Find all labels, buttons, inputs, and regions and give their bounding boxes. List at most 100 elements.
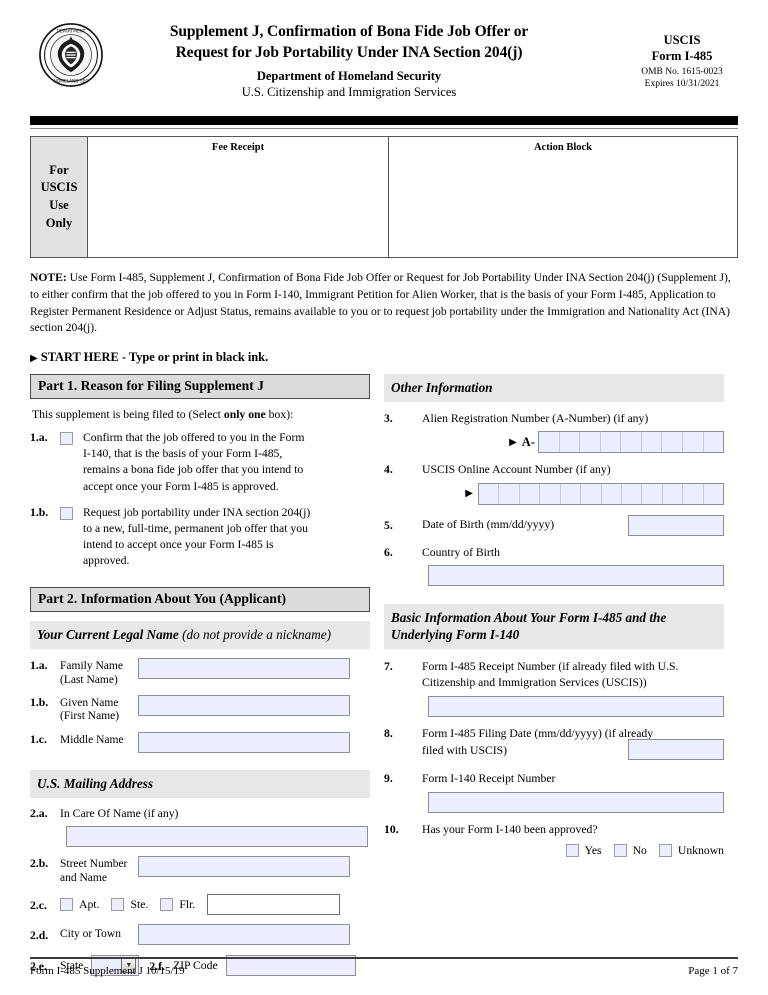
right-column: Other Information 3. Alien Registration … bbox=[384, 374, 724, 976]
part1-option-1a[interactable]: 1.a. Confirm that the job offered to you… bbox=[30, 430, 370, 495]
unit-flr-checkbox[interactable] bbox=[160, 898, 174, 912]
part1-option-1a-checkbox[interactable] bbox=[60, 432, 73, 446]
legal-name-subheader-italic: (do not provide a nickname) bbox=[182, 627, 332, 643]
footer-rule bbox=[30, 957, 738, 959]
city-input[interactable] bbox=[138, 924, 350, 946]
field-street[interactable]: 2.b. Street Number and Name bbox=[30, 856, 370, 885]
field-given-name-label-line1: Given Name bbox=[60, 696, 119, 709]
form-identifier-block: USCIS Form I-485 OMB No. 1615-0023 Expir… bbox=[626, 32, 738, 90]
fee-receipt-label: Fee Receipt bbox=[211, 142, 265, 153]
a-number-row[interactable]: ▶ A- bbox=[384, 431, 724, 454]
i140-approved-yes-checkbox[interactable] bbox=[565, 843, 579, 857]
date-of-birth-input[interactable] bbox=[628, 514, 724, 536]
use-only-line-2: USCIS bbox=[40, 180, 78, 195]
i485-receipt-input[interactable] bbox=[428, 696, 724, 718]
form-number: Form I-485 bbox=[651, 49, 713, 63]
online-account-cell[interactable] bbox=[581, 483, 602, 504]
i140-approved-no-checkbox[interactable] bbox=[613, 843, 627, 857]
field-online-account: 4. USCIS Online Account Number (if any) bbox=[384, 462, 724, 478]
field-city-label: City or Town bbox=[60, 927, 121, 940]
field-online-account-number: 4. bbox=[384, 463, 393, 477]
i140-receipt-input[interactable] bbox=[428, 791, 724, 813]
online-account-cell[interactable] bbox=[683, 483, 704, 504]
field-city[interactable]: 2.d. City or Town bbox=[30, 924, 370, 946]
left-column: Part 1. Reason for Filing Supplement J T… bbox=[30, 374, 370, 977]
field-middle-name[interactable]: 1.c. Middle Name bbox=[30, 731, 370, 753]
field-date-of-birth-label: Date of Birth (mm/dd/yyyy) bbox=[422, 518, 555, 532]
family-name-input[interactable] bbox=[138, 658, 350, 680]
a-number-input[interactable] bbox=[538, 431, 724, 454]
field-unit-type[interactable]: 2.c. Apt. Ste. Flr. bbox=[30, 894, 370, 916]
basic-information-subheader-line1: Basic Information About Your Form I-485 … bbox=[391, 609, 667, 625]
online-account-cell[interactable] bbox=[663, 483, 684, 504]
a-number-cell[interactable] bbox=[683, 432, 704, 453]
part1-intro-bold: only one bbox=[223, 408, 266, 422]
field-i485-receipt-number: 7. bbox=[384, 660, 393, 674]
a-number-cell[interactable] bbox=[539, 432, 560, 453]
field-i140-receipt-label: Form I-140 Receipt Number bbox=[422, 771, 556, 785]
page-footer: Form I-485 Supplement J 10/15/19 Page 1 … bbox=[30, 957, 738, 977]
online-account-cell[interactable] bbox=[520, 483, 541, 504]
a-number-cell[interactable] bbox=[580, 432, 601, 453]
field-i485-filing-date-number: 8. bbox=[384, 727, 393, 741]
online-account-cell[interactable] bbox=[602, 483, 622, 504]
action-block-cell: Action Block bbox=[388, 137, 737, 257]
note-prefix: NOTE: bbox=[30, 271, 67, 284]
basic-information-subheader-line2: Underlying Form I-140 bbox=[391, 626, 520, 642]
use-only-line-3: Use bbox=[49, 198, 69, 212]
part1-header: Part 1. Reason for Filing Supplement J bbox=[30, 374, 370, 400]
use-only-line-1: For bbox=[49, 162, 69, 177]
form-header: DEPARTMENT HOMELAND SEC Supplement J, Co… bbox=[30, 0, 738, 110]
part1-option-1b-text: Request job portability under INA sectio… bbox=[83, 505, 311, 568]
street-input[interactable] bbox=[138, 856, 350, 878]
online-account-cell[interactable] bbox=[561, 483, 582, 504]
unit-apt-checkbox[interactable] bbox=[60, 898, 73, 912]
a-number-cell[interactable] bbox=[704, 432, 724, 452]
a-number-cell[interactable] bbox=[560, 432, 581, 453]
header-rule-thin bbox=[30, 128, 738, 129]
online-account-row[interactable]: ▶ bbox=[384, 482, 724, 505]
i140-approved-no-label: No bbox=[632, 843, 647, 857]
field-date-of-birth-number: 5. bbox=[384, 519, 393, 533]
online-account-cell[interactable] bbox=[540, 483, 561, 504]
field-family-name-number: 1.a. bbox=[30, 659, 48, 673]
online-account-cell[interactable] bbox=[622, 483, 643, 504]
unit-number-input[interactable] bbox=[207, 894, 341, 916]
given-name-input[interactable] bbox=[138, 694, 350, 716]
omb-number: OMB No. 1615-0023 bbox=[641, 67, 723, 77]
field-i140-receipt-number: 9. bbox=[384, 771, 393, 785]
i485-filing-date-input[interactable] bbox=[628, 738, 724, 760]
country-of-birth-input[interactable] bbox=[428, 564, 724, 586]
part1-option-1b-checkbox[interactable] bbox=[60, 506, 73, 520]
field-date-of-birth[interactable]: 5. Date of Birth (mm/dd/yyyy) bbox=[384, 514, 724, 536]
legal-name-subheader: Your Current Legal Name (do not provide … bbox=[30, 621, 370, 650]
field-middle-name-label: Middle Name bbox=[60, 732, 138, 748]
field-online-account-label: USCIS Online Account Number (if any) bbox=[422, 463, 611, 477]
field-in-care-of-label: In Care Of Name (if any) bbox=[60, 806, 179, 820]
part1-option-1b[interactable]: 1.b. Request job portability under INA s… bbox=[30, 505, 370, 570]
field-street-label-line1: Street Number bbox=[60, 858, 128, 871]
middle-name-input[interactable] bbox=[138, 731, 350, 753]
a-number-cell[interactable] bbox=[601, 432, 622, 453]
form-title-line-1: Supplement J, Confirmation of Bona Fide … bbox=[169, 23, 529, 40]
legal-name-subheader-bold: Your Current Legal Name bbox=[37, 627, 183, 643]
field-given-name[interactable]: 1.b. Given Name (First Name) bbox=[30, 694, 370, 724]
a-number-cell[interactable] bbox=[662, 432, 683, 453]
online-account-cell[interactable] bbox=[642, 483, 663, 504]
field-a-number-number: 3. bbox=[384, 412, 393, 426]
in-care-of-input[interactable] bbox=[66, 826, 368, 848]
online-account-cell[interactable] bbox=[704, 484, 723, 504]
a-number-cell[interactable] bbox=[642, 432, 663, 453]
i140-approved-choices[interactable]: Yes No Unknown bbox=[384, 843, 724, 857]
i140-approved-unknown-checkbox[interactable] bbox=[658, 843, 672, 857]
online-account-cell[interactable] bbox=[499, 483, 520, 504]
unit-ste-checkbox[interactable] bbox=[111, 898, 125, 912]
online-account-input[interactable] bbox=[478, 482, 724, 505]
unit-apt-label: Apt. bbox=[79, 898, 100, 912]
field-family-name-label-line1: Family Name bbox=[60, 660, 123, 673]
field-family-name[interactable]: 1.a. Family Name (Last Name) bbox=[30, 658, 370, 687]
field-country-of-birth-number: 6. bbox=[384, 545, 393, 559]
online-account-cell[interactable] bbox=[479, 483, 500, 504]
dhs-seal-icon: DEPARTMENT HOMELAND SEC bbox=[38, 22, 104, 88]
a-number-cell[interactable] bbox=[621, 432, 642, 453]
